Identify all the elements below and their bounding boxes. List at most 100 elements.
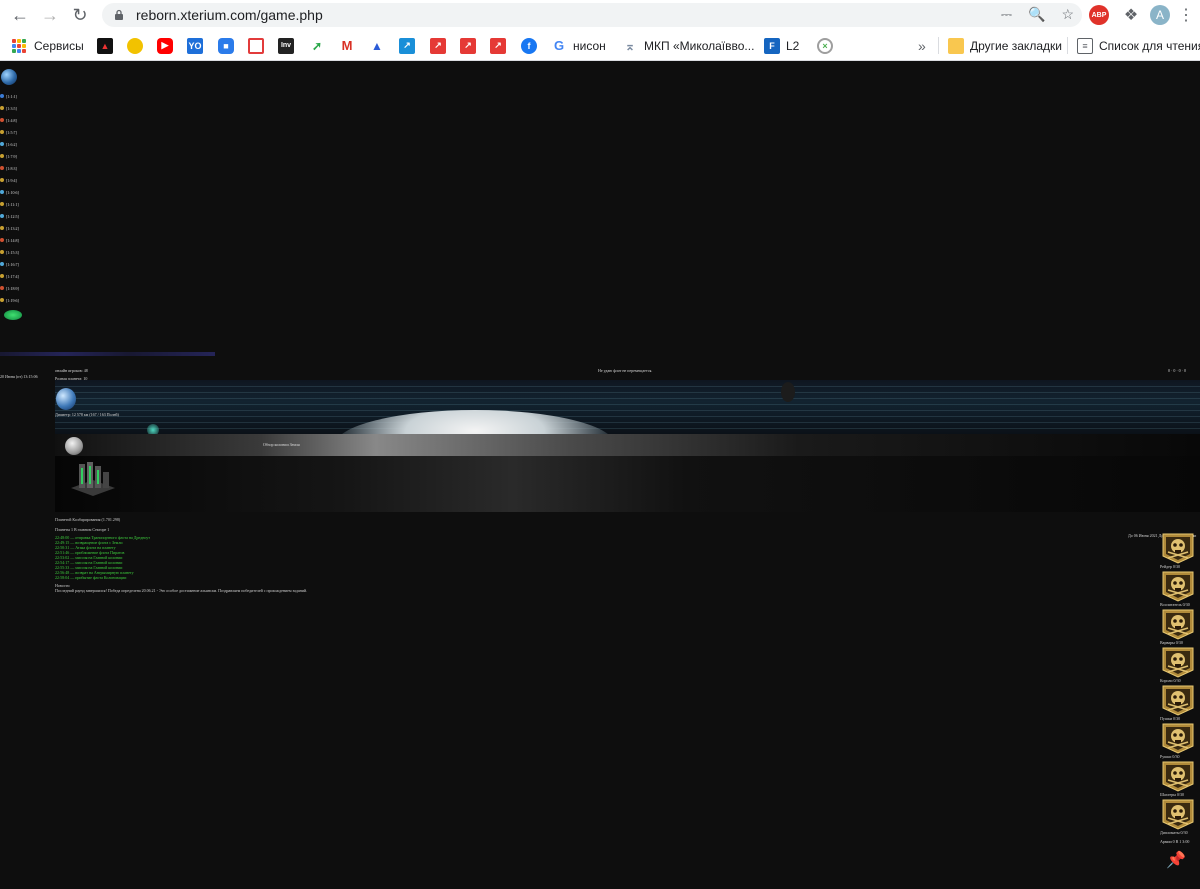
planet-dot-icon bbox=[0, 298, 4, 302]
planet-coords: [1:16:7] bbox=[6, 261, 19, 267]
pin-icon[interactable]: 📌 bbox=[1166, 850, 1186, 870]
star-bookmark-icon[interactable]: ☆ bbox=[1061, 6, 1074, 23]
asteroid-icon bbox=[781, 382, 795, 402]
bookmark-gmail[interactable]: M bbox=[339, 30, 361, 61]
planet-dot-icon bbox=[0, 106, 4, 110]
bookmark-diagonal[interactable]: ↗ bbox=[399, 30, 421, 61]
planet-list-item[interactable]: [1:13:2] bbox=[0, 222, 30, 234]
bookmark-chat-icon: ■ bbox=[218, 37, 234, 54]
bookmark-chart[interactable]: ➚ bbox=[309, 30, 331, 61]
planet-list-item[interactable]: [1:19:6] bbox=[0, 294, 30, 306]
bookmark-tower-icon: ⌅ bbox=[622, 37, 638, 54]
bookmark-fire-icon: ▲ bbox=[97, 37, 113, 54]
factory-building-icon[interactable] bbox=[67, 458, 119, 498]
profile-avatar[interactable]: A bbox=[1150, 5, 1170, 25]
planet-coords: [1:6:2] bbox=[6, 141, 17, 147]
skull-medal-icon bbox=[1162, 685, 1194, 716]
bookmark-2[interactable] bbox=[127, 30, 149, 61]
achievement-medal[interactable]: Дипломаты 0/30 bbox=[1160, 798, 1196, 836]
planet-list-item[interactable]: [1:10:6] bbox=[0, 186, 30, 198]
gmail-icon: M bbox=[339, 37, 355, 54]
achievement-medal[interactable]: Воспитатель 0/30 bbox=[1160, 570, 1196, 608]
divider bbox=[938, 37, 939, 54]
planet-coords: [1:8:3] bbox=[6, 165, 17, 171]
planet-list-item[interactable]: [1:5:7] bbox=[0, 126, 30, 138]
planet-list-item[interactable]: [1:9:4] bbox=[0, 174, 30, 186]
bookmark-x-icon: × bbox=[817, 37, 833, 54]
bookmark-1[interactable]: ▲ bbox=[97, 30, 119, 61]
bookmark-arrow-1[interactable]: ↗ bbox=[430, 30, 452, 61]
bookmark-yo[interactable]: YO bbox=[187, 30, 209, 61]
forward-arrow-icon[interactable]: → bbox=[35, 0, 65, 30]
bookmark-facebook[interactable]: f bbox=[521, 30, 543, 61]
back-arrow-icon[interactable]: ← bbox=[5, 0, 35, 30]
planet-list-item[interactable]: [1:16:7] bbox=[0, 258, 30, 270]
bookmark-mkp[interactable]: ⌅ МКП «Миколаївво... bbox=[622, 30, 754, 61]
bookmark-youtube[interactable]: ▶ bbox=[157, 30, 179, 61]
skull-medal-icon bbox=[1162, 533, 1194, 564]
bookmark-diagonal-icon: ↗ bbox=[399, 37, 415, 54]
bookmark-arrow-3[interactable]: ↗ bbox=[490, 30, 512, 61]
planet-list-item[interactable]: [1:7:9] bbox=[0, 150, 30, 162]
achievement-medal[interactable]: Рушки 0/30 bbox=[1160, 722, 1196, 760]
planet-list-item[interactable]: [1:14:8] bbox=[0, 234, 30, 246]
bookmark-services[interactable]: Сервисы bbox=[12, 30, 84, 61]
bookmark-sun-icon bbox=[127, 37, 143, 54]
planet-list-item[interactable]: [1:1:1] bbox=[0, 90, 30, 102]
achievement-medal[interactable]: Рейдер 0/30 bbox=[1160, 532, 1196, 570]
online-players: онлайн игроков: 48 bbox=[55, 368, 88, 373]
bookmark-x[interactable]: × bbox=[817, 30, 839, 61]
achievement-medal[interactable]: Короли 0/30 bbox=[1160, 646, 1196, 684]
bookmark-google[interactable]: G нисон bbox=[551, 30, 606, 61]
more-menu-icon[interactable]: ⋮ bbox=[1175, 4, 1197, 26]
extensions-puzzle-icon[interactable]: ❖ bbox=[1120, 4, 1142, 26]
planet-list-item[interactable]: [1:3:5] bbox=[0, 102, 30, 114]
planet-list-item[interactable]: [1:11:1] bbox=[0, 198, 30, 210]
planet-coords: [1:9:4] bbox=[6, 177, 17, 183]
bookmark-chat[interactable]: ■ bbox=[218, 30, 240, 61]
planet-dot-icon bbox=[0, 238, 4, 242]
bookmark-l2[interactable]: F L2 bbox=[764, 30, 799, 61]
achievement-medal[interactable]: Пушки 0/30 bbox=[1160, 684, 1196, 722]
achievement-medal[interactable]: Варвары 0/30 bbox=[1160, 608, 1196, 646]
fleet-icon[interactable] bbox=[4, 310, 22, 320]
reading-list[interactable]: ≡ Список для чтения bbox=[1077, 30, 1200, 61]
planet-list-item[interactable]: [1:15:3] bbox=[0, 246, 30, 258]
adblock-plus-icon[interactable]: ABP bbox=[1089, 5, 1109, 25]
bookmark-arrow-icon: ↗ bbox=[460, 37, 476, 54]
planet-dot-icon bbox=[0, 250, 4, 254]
planet-horizon-image bbox=[335, 410, 615, 434]
planet-coords: [1:3:5] bbox=[6, 105, 17, 111]
bookmark-edu[interactable]: ▲ bbox=[369, 30, 391, 61]
current-planet-thumbnail[interactable] bbox=[1, 69, 17, 85]
achievement-medal[interactable]: Шахтеры 0/30 bbox=[1160, 760, 1196, 798]
planet-image[interactable] bbox=[56, 388, 76, 410]
bookmark-frame[interactable] bbox=[248, 30, 270, 61]
bookmark-inv-icon: Inv bbox=[278, 37, 294, 54]
bookmark-arrow-2[interactable]: ↗ bbox=[460, 30, 482, 61]
address-bar[interactable]: reborn.xterium.com/game.php ⎓ 🔍 ☆ bbox=[102, 3, 1082, 27]
moon-icon[interactable] bbox=[65, 437, 83, 455]
bookmark-arrow-icon: ↗ bbox=[490, 37, 506, 54]
planet-list-item[interactable]: [1:18:9] bbox=[0, 282, 30, 294]
planet-list-item[interactable]: [1:4:8] bbox=[0, 114, 30, 126]
planet-list-item[interactable]: [1:17:4] bbox=[0, 270, 30, 282]
bookmark-inv[interactable]: Inv bbox=[278, 30, 300, 61]
planet-list-item[interactable]: [1:8:3] bbox=[0, 162, 30, 174]
event-item[interactable]: 22:58:04 — прибытие флота Колонизации bbox=[55, 575, 455, 580]
planet-dot-icon bbox=[0, 286, 4, 290]
planet-banner bbox=[55, 380, 1200, 434]
browser-toolbar: ← → ↻ reborn.xterium.com/game.php ⎓ 🔍 ☆ … bbox=[0, 0, 1200, 30]
more-bookmarks-chevron[interactable]: » bbox=[918, 30, 926, 61]
planet-dot-icon bbox=[0, 274, 4, 278]
planet-coords: [1:17:4] bbox=[6, 273, 19, 279]
reload-icon[interactable]: ↻ bbox=[65, 0, 95, 30]
install-app-icon[interactable]: ⎓ bbox=[1001, 6, 1012, 23]
planet-dot-icon bbox=[0, 118, 4, 122]
zoom-icon[interactable]: 🔍 bbox=[1028, 6, 1045, 23]
other-bookmarks-folder[interactable]: Другие закладки bbox=[948, 30, 1062, 61]
google-icon: G bbox=[551, 37, 567, 54]
planet-list-item[interactable]: [1:6:2] bbox=[0, 138, 30, 150]
nebula-icon bbox=[147, 424, 159, 434]
planet-list-item[interactable]: [1:12:5] bbox=[0, 210, 30, 222]
